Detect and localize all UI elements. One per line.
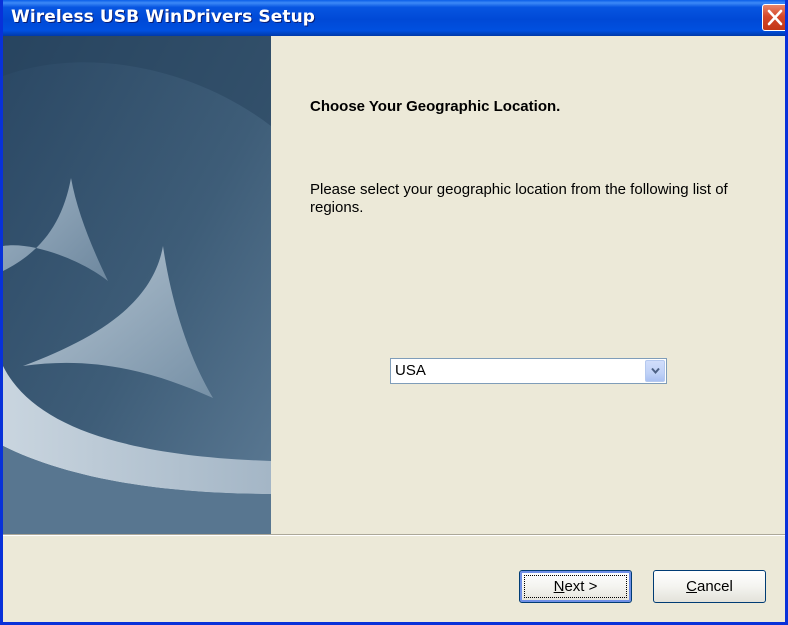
cancel-mnemonic: C — [686, 578, 697, 595]
region-select[interactable]: USA — [390, 358, 667, 384]
page-heading: Choose Your Geographic Location. — [310, 98, 561, 115]
cancel-button[interactable]: Cancel — [653, 570, 766, 603]
title-bar[interactable]: Wireless USB WinDrivers Setup — [3, 0, 785, 36]
chevron-down-icon — [651, 367, 660, 375]
focus-rectangle — [524, 575, 627, 598]
dropdown-button[interactable] — [645, 360, 665, 382]
region-select-value: USA — [395, 362, 426, 379]
close-button[interactable] — [762, 4, 785, 31]
window-title: Wireless USB WinDrivers Setup — [11, 7, 316, 27]
page-description: Please select your geographic location f… — [310, 181, 728, 216]
cancel-label: ancel — [696, 578, 733, 595]
wizard-banner-image — [3, 36, 271, 534]
setup-window: Wireless USB WinDrivers Setup Choose You… — [0, 0, 788, 625]
next-button[interactable]: Next > — [519, 570, 632, 603]
wizard-content: Choose Your Geographic Location. Please … — [271, 36, 785, 534]
close-icon — [767, 9, 783, 26]
divider — [3, 534, 785, 536]
